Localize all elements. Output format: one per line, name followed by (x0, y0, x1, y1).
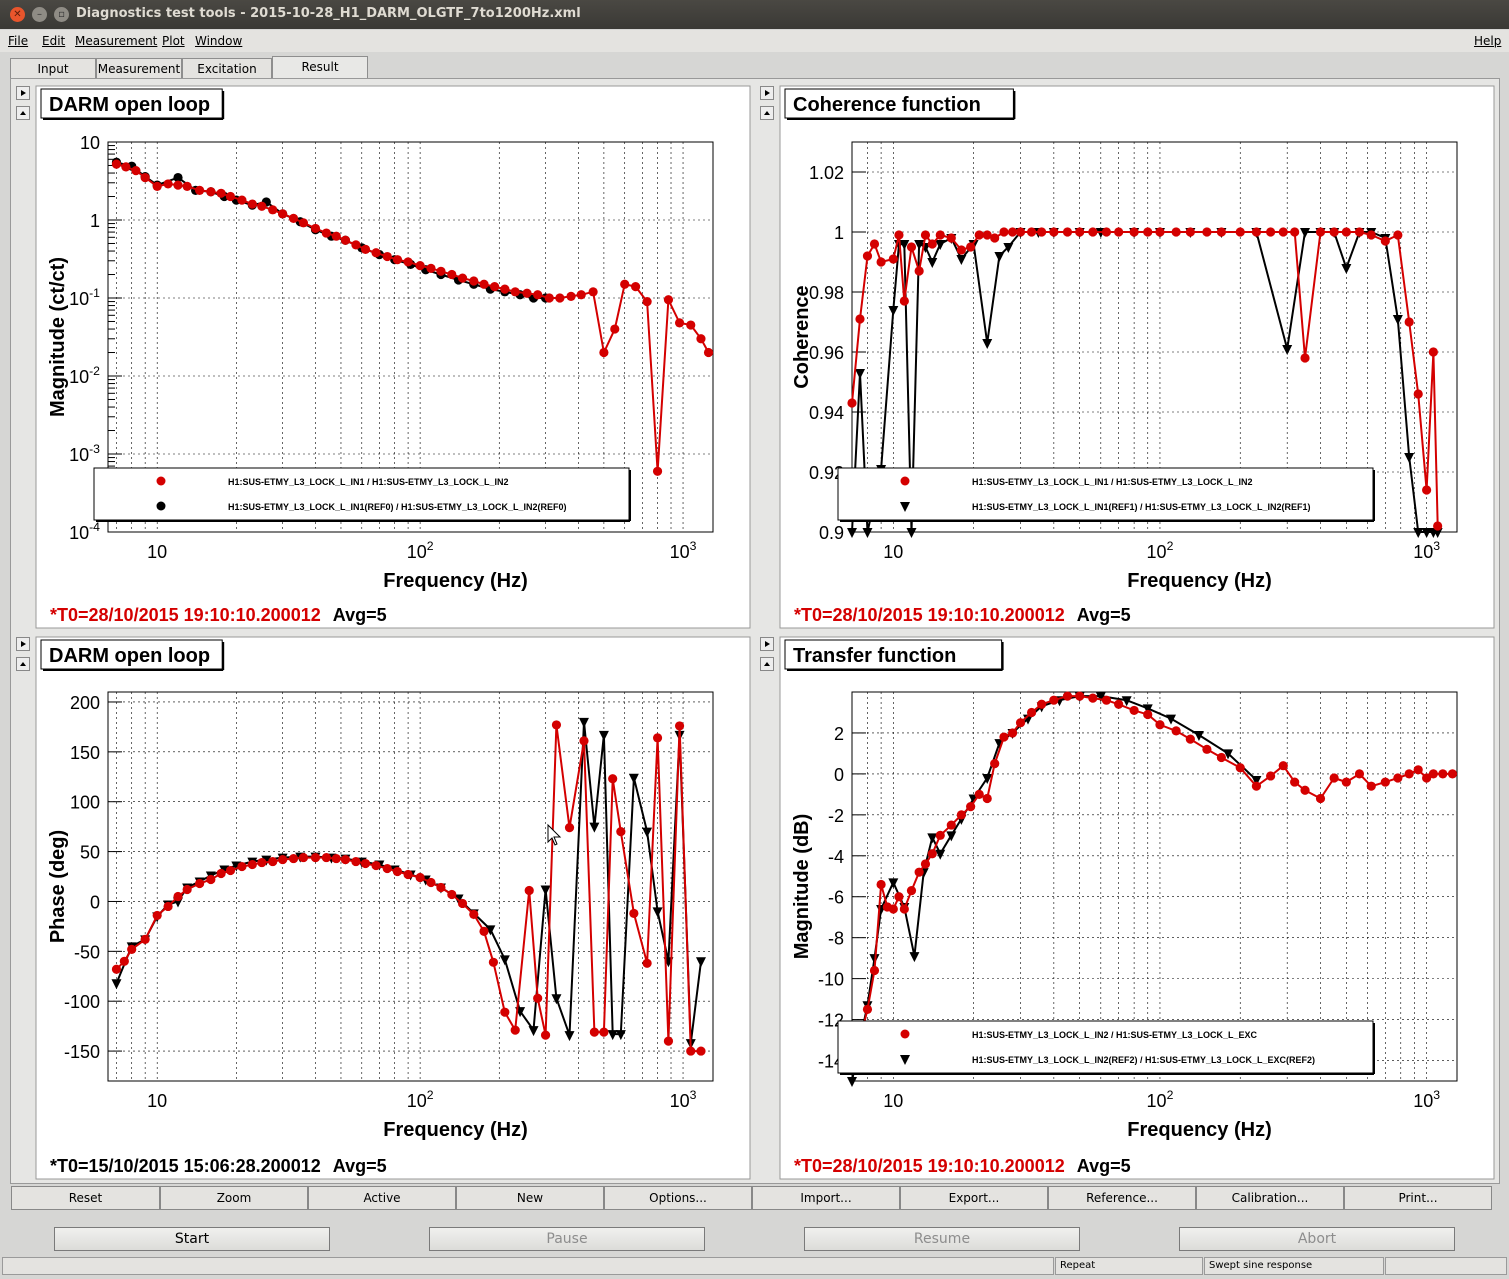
status-extra (1385, 1257, 1507, 1275)
calibration-button[interactable]: Calibration... (1196, 1186, 1344, 1210)
status-repeat: Repeat (1055, 1257, 1203, 1275)
tab-measurement[interactable]: Measurement (96, 58, 182, 78)
reset-button[interactable]: Reset (11, 1186, 160, 1210)
close-window-button[interactable]: ✕ (10, 7, 25, 22)
menu-help[interactable]: Help (1474, 34, 1501, 48)
pad-expand-button[interactable] (760, 637, 774, 651)
print-button[interactable]: Print... (1344, 1186, 1492, 1210)
active-button[interactable]: Active (308, 1186, 456, 1210)
options-button[interactable]: Options... (604, 1186, 752, 1210)
pad-collapse-button[interactable] (16, 657, 30, 671)
export-button[interactable]: Export... (900, 1186, 1048, 1210)
tab-excitation[interactable]: Excitation (182, 58, 272, 78)
pad-collapse-button[interactable] (760, 657, 774, 671)
new-button[interactable]: New (456, 1186, 604, 1210)
menu-file[interactable]: File (8, 34, 28, 48)
pad-expand-button[interactable] (760, 86, 774, 100)
menu-bar: File Edit Measurement Plot Window Help (0, 30, 1509, 52)
tab-input[interactable]: Input (10, 58, 96, 78)
tab-result[interactable]: Result (272, 56, 368, 78)
menu-plot[interactable]: Plot (162, 34, 185, 48)
menu-edit[interactable]: Edit (42, 34, 65, 48)
pad-collapse-button[interactable] (760, 106, 774, 120)
pad-expand-button[interactable] (16, 637, 30, 651)
pause-button[interactable]: Pause (429, 1227, 705, 1251)
minimize-window-button[interactable]: – (32, 7, 47, 22)
menu-window[interactable]: Window (195, 34, 242, 48)
reference-button[interactable]: Reference... (1048, 1186, 1196, 1210)
status-mode: Swept sine response (1204, 1257, 1384, 1275)
start-button[interactable]: Start (54, 1227, 330, 1251)
window-title: Diagnostics test tools - 2015-10-28_H1_D… (76, 6, 581, 21)
window-titlebar: ✕ – ▫ Diagnostics test tools - 2015-10-2… (0, 0, 1509, 29)
resume-button[interactable]: Resume (804, 1227, 1080, 1251)
pad-collapse-button[interactable] (16, 106, 30, 120)
menu-measurement[interactable]: Measurement (75, 34, 157, 48)
maximize-window-button[interactable]: ▫ (54, 7, 69, 22)
import-button[interactable]: Import... (752, 1186, 900, 1210)
status-message (2, 1257, 1054, 1275)
zoom-button[interactable]: Zoom (160, 1186, 308, 1210)
result-panel-area (10, 78, 1500, 1184)
abort-button[interactable]: Abort (1179, 1227, 1455, 1251)
pad-expand-button[interactable] (16, 86, 30, 100)
